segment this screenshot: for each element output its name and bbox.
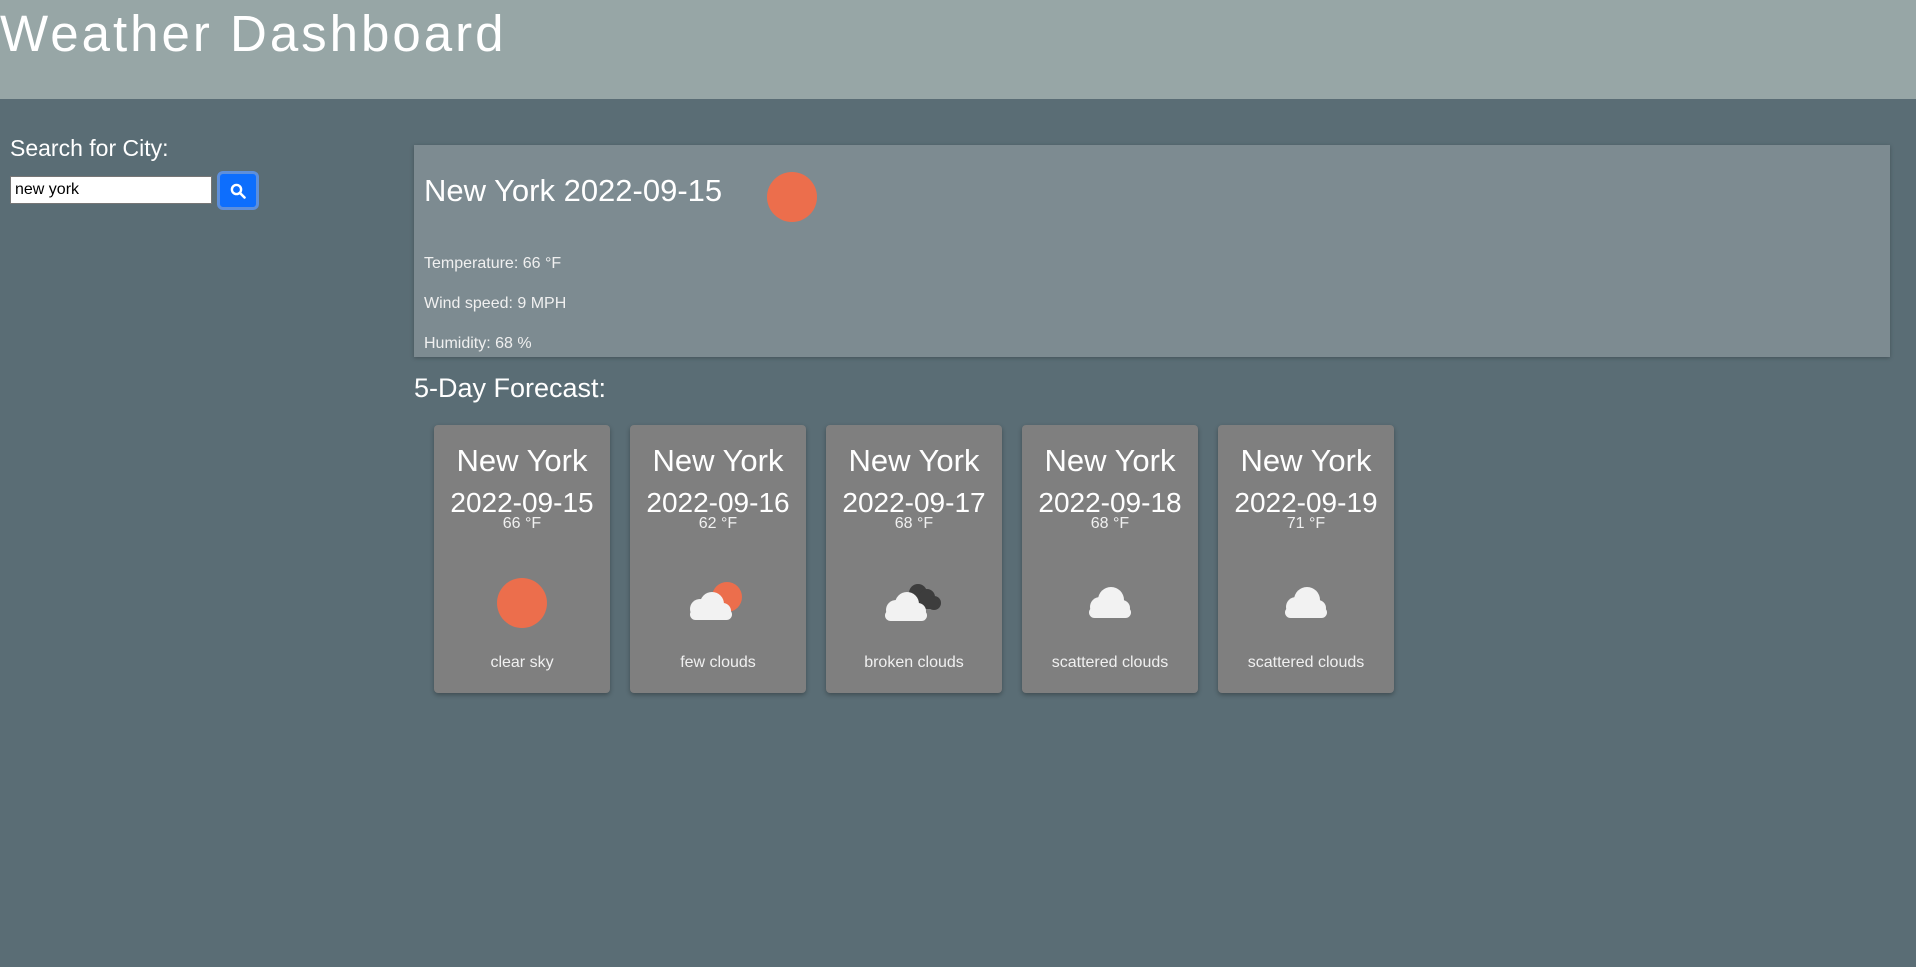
city-search-input[interactable] bbox=[10, 176, 212, 204]
forecast-city: New York bbox=[456, 443, 588, 478]
forecast-description: scattered clouds bbox=[1247, 654, 1365, 671]
forecast-card: New York 2022-09-17 68 °F broken clouds bbox=[826, 425, 1002, 693]
forecast-description: few clouds bbox=[680, 654, 756, 671]
forecast-city: New York bbox=[1240, 443, 1372, 478]
page-title: Weather Dashboard bbox=[0, 5, 507, 62]
forecast-temp: 68 °F bbox=[1090, 515, 1130, 532]
forecast-card: New York 2022-09-15 66 °F clear sky bbox=[434, 425, 610, 693]
search-label: Search for City: bbox=[10, 135, 169, 161]
forecast-card: New York 2022-09-18 68 °F scattered clou… bbox=[1022, 425, 1198, 693]
forecast-city: New York bbox=[1044, 443, 1176, 478]
forecast-description: clear sky bbox=[490, 654, 554, 671]
current-weather-panel: New York 2022-09-15 Temperature: 66 °F W… bbox=[414, 145, 1890, 357]
few-clouds-icon bbox=[690, 582, 742, 620]
current-wind-speed: Wind speed: 9 MPH bbox=[424, 295, 567, 312]
current-city-date: New York 2022-09-15 bbox=[424, 173, 723, 208]
forecast-city: New York bbox=[652, 443, 784, 478]
forecast-city: New York bbox=[848, 443, 980, 478]
scattered-clouds-icon bbox=[1285, 587, 1327, 618]
page-header: Weather Dashboard bbox=[0, 0, 1916, 99]
search-icon bbox=[230, 183, 246, 199]
clear-sky-icon bbox=[767, 172, 817, 222]
forecast-card: New York 2022-09-19 71 °F scattered clou… bbox=[1218, 425, 1394, 693]
current-temperature: Temperature: 66 °F bbox=[424, 255, 562, 272]
search-button[interactable] bbox=[217, 171, 259, 210]
forecast-temp: 68 °F bbox=[894, 515, 934, 532]
forecast-card: New York 2022-09-16 62 °F few clouds bbox=[630, 425, 806, 693]
clear-sky-icon bbox=[497, 578, 547, 628]
current-humidity: Humidity: 68 % bbox=[424, 335, 532, 352]
forecast-temp: 62 °F bbox=[698, 515, 738, 532]
forecast-temp: 71 °F bbox=[1286, 515, 1326, 532]
forecast-description: broken clouds bbox=[864, 654, 964, 671]
scattered-clouds-icon bbox=[1089, 587, 1131, 618]
forecast-heading: 5-Day Forecast: bbox=[414, 373, 607, 403]
broken-clouds-icon bbox=[885, 584, 941, 621]
forecast-temp: 66 °F bbox=[502, 515, 542, 532]
forecast-description: scattered clouds bbox=[1051, 654, 1169, 671]
